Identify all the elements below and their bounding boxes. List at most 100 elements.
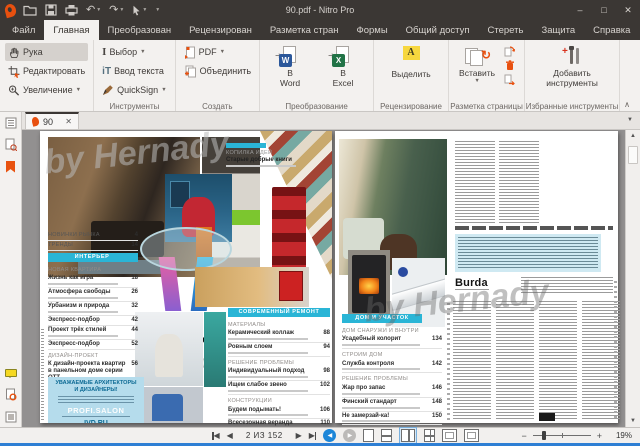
collapse-ribbon-icon[interactable]: ∧ bbox=[624, 100, 640, 111]
photo-worker bbox=[135, 387, 203, 423]
toc-row: Не замерзай-ка! 150 bbox=[342, 412, 442, 426]
menu-tab[interactable]: Защита bbox=[532, 20, 584, 40]
section-band-house: ДОМ И УЧАСТОК bbox=[342, 314, 422, 323]
select-tool-button[interactable]: ▼ bbox=[132, 5, 147, 16]
undo-button[interactable]: ↶ ▼ bbox=[86, 4, 101, 16]
toc-row: Экспресс-подбор 42 bbox=[48, 316, 138, 326]
zoom-in-button[interactable]: + bbox=[597, 431, 602, 441]
close-button[interactable]: ✕ bbox=[616, 0, 640, 20]
menu-tab[interactable]: Справка bbox=[584, 20, 639, 40]
masthead-column bbox=[539, 301, 577, 421]
hand-tool-button[interactable]: Рука bbox=[5, 43, 89, 61]
menu-tab[interactable]: Рецензирован bbox=[180, 20, 261, 40]
scroll-up-icon[interactable]: ▲ bbox=[626, 133, 640, 139]
nitro-logo-icon bbox=[3, 2, 18, 18]
masthead-bold-line bbox=[455, 226, 613, 230]
zoom-slider-thumb[interactable] bbox=[541, 431, 546, 440]
menu-tab[interactable]: Формы bbox=[348, 20, 397, 40]
facing-view-button[interactable] bbox=[399, 427, 418, 444]
add-tools-button[interactable]: + Добавить инструменты bbox=[541, 43, 603, 99]
page-indicator[interactable]: 2 ИЗ 152 bbox=[240, 431, 289, 440]
history-forward-button[interactable]: ▶ bbox=[343, 429, 357, 442]
redo-button[interactable]: ↷ ▼ bbox=[109, 4, 124, 16]
pdf-dropdown-icon[interactable]: ▼ bbox=[220, 49, 225, 55]
last-page-button[interactable]: ▶ bbox=[309, 431, 317, 440]
zoom-level[interactable]: 19% bbox=[608, 431, 632, 440]
zoom-out-button[interactable]: − bbox=[521, 431, 526, 441]
toc-row: НОВАЯ КВАРТИРА bbox=[48, 267, 102, 274]
zoom-slider[interactable] bbox=[532, 431, 591, 440]
menu-tab[interactable]: Стереть bbox=[479, 20, 533, 40]
maximize-button[interactable]: □ bbox=[592, 0, 616, 20]
print-button[interactable] bbox=[65, 4, 78, 16]
spine-text bbox=[41, 329, 44, 421]
delete-pages-button[interactable] bbox=[503, 59, 516, 71]
fit-width-button[interactable] bbox=[464, 429, 480, 442]
bookmarks-panel-icon[interactable] bbox=[4, 160, 18, 173]
fit-page-button[interactable] bbox=[442, 429, 458, 442]
extract-pages-button[interactable] bbox=[503, 73, 516, 85]
toc-column-repair: МАТЕРИАЛЫ Керамический коллаж 88 Ровным с… bbox=[228, 319, 330, 427]
toc-row: Керамический коллаж 88 bbox=[228, 329, 330, 344]
minimize-button[interactable]: – bbox=[568, 0, 592, 20]
redo-dropdown-icon[interactable]: ▼ bbox=[119, 7, 124, 13]
quick-access-customize-icon[interactable]: ▼ bbox=[155, 7, 160, 13]
undo-dropdown-icon[interactable]: ▼ bbox=[96, 7, 101, 13]
first-page-button[interactable]: ◀ bbox=[212, 431, 220, 440]
next-page-button[interactable]: ▶ bbox=[296, 431, 302, 440]
zoom-dropdown-icon[interactable]: ▼ bbox=[76, 87, 81, 93]
promo-box: УВАЖАЕМЫЕ АРХИТЕКТОРЫ И ДИЗАЙНЕРЫ! PROFI… bbox=[48, 377, 144, 423]
menu-tab[interactable]: Разметка стран bbox=[261, 20, 348, 40]
select-text-button[interactable]: I Выбор ▼ bbox=[99, 43, 169, 61]
rotate-pages-button[interactable] bbox=[503, 45, 516, 57]
highlight-button[interactable]: A Выделить bbox=[386, 43, 436, 99]
toc-row: Финский стандарт 148 bbox=[342, 398, 442, 412]
quicksign-dropdown-icon[interactable]: ▼ bbox=[161, 87, 166, 93]
insert-pages-button[interactable]: ↻ Вставить ▼ bbox=[454, 43, 500, 99]
toc-row: Индивидуальный подход 98 bbox=[228, 367, 330, 382]
combine-pages-icon bbox=[184, 65, 196, 77]
quicksign-button[interactable]: QuickSign ▼ bbox=[99, 81, 169, 99]
tab-list-dropdown-icon[interactable]: ▼ bbox=[627, 117, 633, 123]
comments-panel-icon[interactable] bbox=[4, 366, 18, 379]
publisher-info-box bbox=[455, 234, 601, 272]
select-dropdown-icon[interactable]: ▼ bbox=[142, 7, 147, 13]
menu-tab[interactable]: Преобразован bbox=[99, 20, 181, 40]
photo-teal-detail bbox=[204, 312, 226, 387]
group-label-convert: Преобразование bbox=[285, 102, 348, 111]
toc-row: Будем подымать! 106 bbox=[228, 406, 330, 420]
scroll-down-icon[interactable]: ▼ bbox=[626, 418, 640, 424]
previous-page-button[interactable]: ◀ bbox=[227, 431, 233, 440]
menu-tab[interactable]: Главная bbox=[44, 20, 99, 40]
create-pdf-button[interactable]: PDF ▼ bbox=[181, 43, 254, 61]
grid-view-button[interactable] bbox=[424, 429, 436, 442]
menu-tab[interactable]: Файл bbox=[3, 20, 44, 40]
combine-button[interactable]: Объединить bbox=[181, 62, 254, 80]
toc-row: МАТЕРИАЛЫ bbox=[228, 322, 266, 328]
menu-tab[interactable]: Общий доступ bbox=[397, 20, 479, 40]
insert-dropdown-icon[interactable]: ▼ bbox=[474, 78, 479, 85]
toc-row: Проект трёх стилей 44 bbox=[48, 326, 138, 340]
save-button[interactable] bbox=[45, 4, 57, 16]
single-page-view-button[interactable] bbox=[363, 429, 375, 442]
to-word-button[interactable]: ➜W В Word bbox=[265, 43, 315, 99]
nitro-doc-icon bbox=[30, 116, 41, 127]
attachments-panel-icon[interactable] bbox=[4, 388, 18, 401]
select-dropdown-icon[interactable]: ▼ bbox=[140, 49, 145, 55]
vertical-scrollbar[interactable]: ▲ ▼ bbox=[625, 130, 640, 427]
signatures-panel-icon[interactable] bbox=[4, 138, 18, 151]
toc-row: Ищем слабое звено 102 bbox=[228, 381, 330, 396]
pages-panel-icon[interactable] bbox=[4, 116, 18, 129]
history-back-button[interactable]: ◀ bbox=[323, 429, 337, 442]
scrollbar-thumb[interactable] bbox=[628, 146, 638, 164]
zoom-button[interactable]: Увеличение ▼ bbox=[5, 81, 88, 99]
continuous-view-button[interactable] bbox=[381, 429, 393, 442]
group-label-review: Рецензирование bbox=[380, 102, 442, 111]
close-document-icon[interactable]: ✕ bbox=[65, 117, 72, 126]
open-file-button[interactable] bbox=[23, 5, 37, 16]
to-excel-button[interactable]: ➜X В Excel bbox=[318, 43, 368, 99]
output-preview-panel-icon[interactable] bbox=[4, 410, 18, 423]
edit-button[interactable]: Редактировать bbox=[5, 62, 88, 80]
document-tab[interactable]: 90 ✕ bbox=[25, 112, 79, 130]
type-text-button[interactable]: iT Ввод текста bbox=[99, 62, 169, 80]
